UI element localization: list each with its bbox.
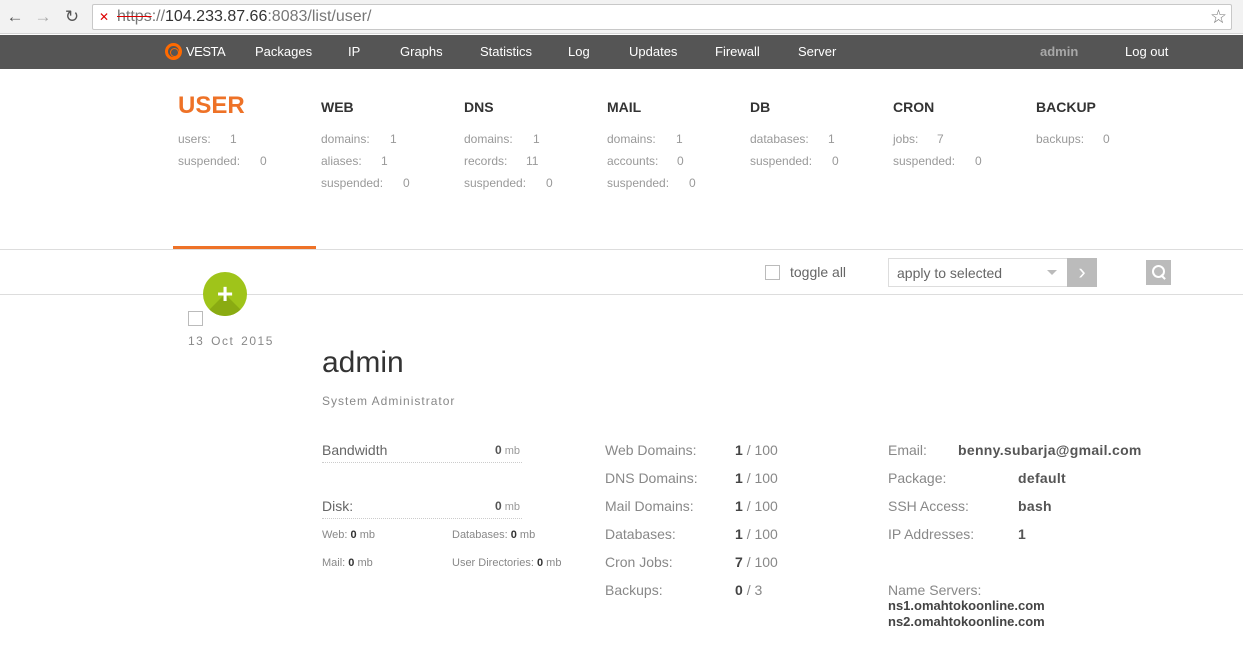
ssh-access-label: SSH Access: <box>888 498 969 514</box>
top-navigation: VESTA Packages IP Graphs Statistics Log … <box>0 35 1243 69</box>
email-value: benny.subarja@gmail.com <box>958 442 1142 458</box>
back-arrow-icon[interactable]: ← <box>4 6 26 28</box>
stat-cron-suspended: suspended: 0 <box>893 154 982 168</box>
ip-addresses-label: IP Addresses: <box>888 526 975 542</box>
section-title-db[interactable]: DB <box>750 99 770 115</box>
browser-toolbar: ← → ↻ ✕ https://104.233.87.66:8083/list/… <box>0 0 1243 34</box>
add-user-button[interactable]: + <box>203 272 247 316</box>
limit-databases-label: Databases: <box>605 526 676 542</box>
section-title-mail[interactable]: MAIL <box>607 99 641 115</box>
limit-databases-value: 1 / 100 <box>735 526 778 542</box>
caret-down-icon <box>1047 270 1057 275</box>
limit-cron-jobs-label: Cron Jobs: <box>605 554 673 570</box>
nav-statistics[interactable]: Statistics <box>480 44 532 59</box>
disk-web: Web: 0 mb <box>322 529 376 541</box>
ip-addresses-value: 1 <box>1018 526 1027 542</box>
disk-user-directories: User Directories: 0 mb <box>452 557 562 569</box>
disk-bar <box>322 518 522 519</box>
section-title-web[interactable]: WEB <box>321 99 354 115</box>
limit-dns-domains-label: DNS Domains: <box>605 470 698 486</box>
name-servers-label: Name Servers: <box>888 582 982 598</box>
reload-icon[interactable]: ↻ <box>61 6 83 28</box>
vesta-logo-icon[interactable] <box>165 43 182 60</box>
nav-packages[interactable]: Packages <box>255 44 312 59</box>
user-row-checkbox[interactable] <box>188 311 203 326</box>
stat-dns-domains: domains: 1 <box>464 132 540 146</box>
disk-label: Disk: <box>322 498 354 514</box>
divider <box>0 249 1243 250</box>
user-role: System Administrator <box>322 394 456 408</box>
limit-dns-domains-value: 1 / 100 <box>735 470 778 486</box>
ssh-access-value: bash <box>1018 498 1052 514</box>
stat-dns-suspended: suspended: 0 <box>464 176 553 190</box>
bookmark-star-icon[interactable]: ☆ <box>1210 6 1227 29</box>
stat-cron-jobs: jobs: 7 <box>893 132 944 146</box>
disk-value: 0 mb <box>495 499 521 513</box>
apply-to-selected-dropdown[interactable]: apply to selected <box>888 258 1068 287</box>
address-bar[interactable]: ✕ https://104.233.87.66:8083/list/user/ … <box>92 4 1232 30</box>
user-name[interactable]: admin <box>322 346 404 380</box>
section-title-user[interactable]: USER <box>178 92 245 120</box>
toggle-all-label[interactable]: toggle all <box>790 264 846 280</box>
nav-ip[interactable]: IP <box>348 44 360 59</box>
section-title-cron[interactable]: CRON <box>893 99 934 115</box>
section-title-backup[interactable]: BACKUP <box>1036 99 1096 115</box>
package-value: default <box>1018 470 1066 486</box>
limit-mail-domains-label: Mail Domains: <box>605 498 694 514</box>
stat-user-suspended: suspended: 0 <box>178 154 267 168</box>
disk-mail: Mail: 0 mb <box>322 557 373 569</box>
stat-web-domains: domains: 1 <box>321 132 397 146</box>
stat-users: users: 1 <box>178 132 237 146</box>
nav-server[interactable]: Server <box>798 44 836 59</box>
stat-mail-accounts: accounts: 0 <box>607 154 684 168</box>
limit-mail-domains-value: 1 / 100 <box>735 498 778 514</box>
nav-current-user[interactable]: admin <box>1040 44 1078 59</box>
search-icon[interactable] <box>1146 260 1171 285</box>
limit-backups-value: 0 / 3 <box>735 582 763 598</box>
user-created-date: 13 Oct 2015 <box>188 334 274 348</box>
bandwidth-bar <box>322 462 522 463</box>
forward-arrow-icon[interactable]: → <box>32 6 54 28</box>
stat-mail-suspended: suspended: 0 <box>607 176 696 190</box>
name-server-2: ns2.omahtokoonline.com <box>888 614 1045 629</box>
name-server-1: ns1.omahtokoonline.com <box>888 598 1045 613</box>
url-text: https://104.233.87.66:8083/list/user/ <box>117 8 372 25</box>
stat-web-suspended: suspended: 0 <box>321 176 410 190</box>
stat-db-suspended: suspended: 0 <box>750 154 839 168</box>
stat-backups: backups: 0 <box>1036 132 1110 146</box>
apply-select-value: apply to selected <box>897 265 1003 281</box>
nav-logout[interactable]: Log out <box>1125 44 1168 59</box>
insecure-lock-icon: ✕ <box>99 10 110 24</box>
limit-cron-jobs-value: 7 / 100 <box>735 554 778 570</box>
package-label: Package: <box>888 470 947 486</box>
plus-icon: + <box>216 278 234 309</box>
limit-web-domains-value: 1 / 100 <box>735 442 778 458</box>
nav-firewall[interactable]: Firewall <box>715 44 760 59</box>
email-label: Email: <box>888 442 927 458</box>
bandwidth-value: 0 mb <box>495 443 521 457</box>
nav-updates[interactable]: Updates <box>629 44 677 59</box>
nav-log[interactable]: Log <box>568 44 590 59</box>
limit-backups-label: Backups: <box>605 582 663 598</box>
divider <box>0 294 1243 295</box>
stat-db-databases: databases: 1 <box>750 132 835 146</box>
stat-mail-domains: domains: 1 <box>607 132 683 146</box>
limit-web-domains-label: Web Domains: <box>605 442 697 458</box>
section-title-dns[interactable]: DNS <box>464 99 494 115</box>
stat-web-aliases: aliases: 1 <box>321 154 388 168</box>
apply-go-button[interactable]: › <box>1067 258 1097 287</box>
toggle-all-checkbox[interactable] <box>765 265 780 280</box>
disk-databases: Databases: 0 mb <box>452 529 536 541</box>
nav-graphs[interactable]: Graphs <box>400 44 443 59</box>
bandwidth-label: Bandwidth <box>322 442 388 458</box>
stat-dns-records: records: 11 <box>464 154 539 168</box>
vesta-logo-text[interactable]: VESTA <box>186 44 226 59</box>
